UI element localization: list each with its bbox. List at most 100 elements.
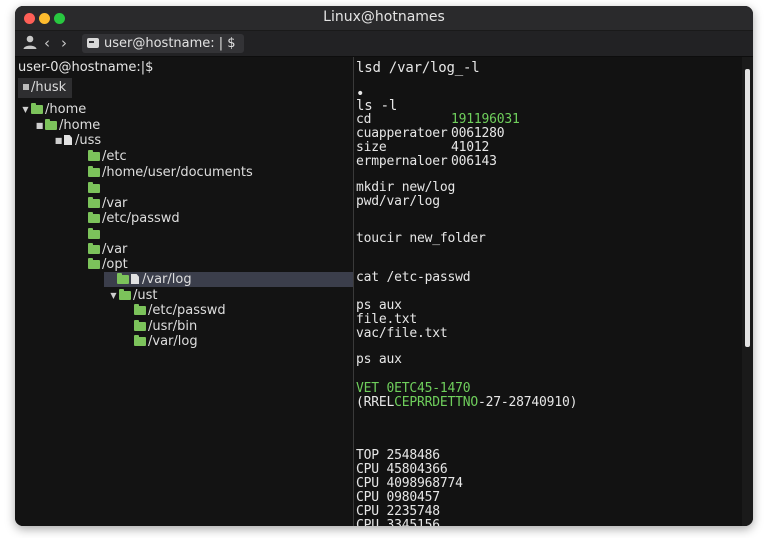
tree-item[interactable]: /var — [77, 242, 127, 257]
terminal-line-text: CPU 4098968774 — [356, 476, 463, 491]
tree-item[interactable]: /etc/passwd — [77, 211, 180, 226]
tree-item[interactable]: /var — [77, 196, 127, 211]
terminal-line: file.txt — [356, 313, 417, 327]
terminal-text-highlight: CEPRRDETTNO — [394, 395, 479, 410]
folder-icon — [88, 197, 100, 208]
terminal-line: ls -l — [356, 99, 397, 113]
terminal-text-segment: (RREL — [356, 395, 395, 410]
terminal-line-value: 006143 — [451, 154, 497, 169]
terminal-line: ps aux — [356, 353, 402, 367]
tree-item[interactable]: /opt — [77, 257, 128, 272]
folder-icon — [119, 289, 131, 300]
terminal-line-text: pwd/var/log — [356, 194, 440, 209]
terminal-line: CPU 0980457 — [356, 491, 440, 505]
tree-item[interactable]: /var/log — [104, 272, 353, 287]
title-bar: Linux@hotnames — [15, 6, 753, 31]
folder-icon — [88, 212, 100, 223]
terminal-line-value: 41012 — [451, 140, 490, 155]
folder-icon — [45, 119, 57, 130]
tree-item-label: /etc — [102, 149, 127, 164]
expand-toggle-icon[interactable]: ■ — [34, 118, 45, 133]
terminal-line-text: size — [356, 140, 387, 155]
terminal-line-text: ps aux — [356, 352, 402, 367]
tree-item[interactable]: ▼ /home — [20, 102, 86, 117]
terminal-line-text: CPU 2235748 — [356, 504, 440, 519]
tree-item[interactable]: ■ /home — [34, 118, 101, 133]
terminal-line: (RRELCEPRRDETTNO-27-28740910) — [356, 396, 577, 410]
terminal-text-segment: -27-28740910) — [478, 395, 578, 410]
terminal-line: lsd /var/log_-l — [356, 60, 480, 76]
tree-item[interactable]: ▼ /ust — [108, 288, 158, 303]
tree-item-label: /etc/passwd — [148, 303, 226, 318]
terminal-line-text: mkdir new/log — [356, 180, 456, 195]
chevron-down-icon[interactable]: ▼ — [20, 102, 31, 117]
folder-icon — [117, 273, 129, 284]
terminal-line-text: TOP 2548486 — [356, 448, 440, 463]
terminal-line: pwd/var/log — [356, 195, 440, 209]
terminal-line: cd 191196031 — [356, 112, 520, 127]
terminal-line-text: cd — [356, 112, 372, 127]
terminal-icon — [87, 38, 99, 48]
tree-item[interactable] — [77, 227, 102, 242]
scrollbar-thumb[interactable] — [745, 69, 750, 347]
tree-item-label: /ust — [133, 288, 158, 303]
user-icon[interactable] — [22, 34, 38, 54]
expand-toggle-icon[interactable]: ■ — [53, 133, 64, 148]
terminal-line-value: 0061280 — [451, 126, 505, 141]
tab-terminal[interactable]: user@hostname: | $ — [82, 34, 244, 53]
breadcrumb-label: /husk — [31, 80, 67, 95]
folder-icon — [88, 258, 100, 269]
folder-icon — [88, 182, 100, 193]
file-tree-pane: user-0@hostname:|$ /husk ▼/home ■/home ■/u… — [15, 57, 353, 526]
terminal-line-value: 191196031 — [451, 112, 520, 127]
tree-item[interactable]: /var/log — [123, 334, 198, 349]
terminal-line-text: CPU 0980457 — [356, 490, 440, 505]
terminal-line: vac/file.txt — [356, 327, 448, 341]
tree-item-label: /uss — [75, 133, 102, 148]
folder-icon — [23, 84, 29, 90]
tree-item-label: /home — [45, 102, 87, 117]
window-title: Linux@hotnames — [323, 9, 445, 25]
terminal-output-pane[interactable]: lsd /var/log_-l • ls -l cd 191196031 cuappera… — [354, 57, 742, 526]
terminal-line-text: cuapperatoer — [356, 126, 448, 141]
terminal-line: mkdir new/log — [356, 181, 455, 195]
left-prompt: user-0@hostname:|$ — [18, 60, 154, 75]
tree-item[interactable]: /usr/bin — [123, 319, 197, 334]
folder-icon — [88, 166, 100, 177]
terminal-line: ps aux — [356, 299, 402, 313]
terminal-line: TOP 2548486 — [356, 449, 440, 463]
terminal-line-text: CPU 3345156 — [356, 518, 440, 527]
terminal-line-text: lsd /var/log_-l — [356, 60, 480, 76]
tree-item[interactable]: ■ /uss — [53, 133, 101, 148]
tab-terminal-label: user@hostname: | $ — [104, 36, 236, 51]
terminal-line: CPU 45804366 — [356, 463, 448, 477]
terminal-line-text: ps aux — [356, 298, 402, 313]
tree-item-label: /home — [59, 118, 101, 133]
terminal-line: cat /etc-passwd — [356, 270, 471, 285]
back-arrow-icon[interactable]: ‹ — [44, 34, 50, 52]
tree-item[interactable]: /etc/passwd — [123, 303, 226, 318]
terminal-line-text: toucir new_folder — [356, 231, 486, 246]
tree-item[interactable]: /home/user/documents — [77, 165, 253, 180]
folder-icon — [88, 150, 100, 161]
tree-item-label: /etc/passwd — [102, 211, 180, 226]
tree-item-label: /var/log — [148, 334, 198, 349]
terminal-line-text: cat /etc-passwd — [356, 270, 471, 285]
folder-icon — [88, 228, 100, 239]
terminal-line-text: CPU 45804366 — [356, 462, 448, 477]
breadcrumb[interactable]: /husk — [18, 78, 73, 98]
tree-item[interactable]: /etc — [77, 149, 127, 164]
chevron-down-icon[interactable]: ▼ — [108, 288, 119, 303]
scrollbar[interactable] — [742, 57, 753, 526]
folder-icon — [31, 103, 43, 114]
forward-arrow-icon[interactable]: › — [61, 34, 67, 52]
folder-icon — [134, 320, 146, 331]
terminal-line: cuapperatoer 0061280 — [356, 126, 505, 141]
folder-icon — [134, 335, 146, 346]
terminal-line: CPU 3345156 — [356, 518, 440, 527]
terminal-line: size 41012 — [356, 140, 489, 155]
terminal-line: VET 0ETC45-1470 — [356, 382, 471, 396]
terminal-line-text: file.txt — [356, 312, 418, 327]
tree-item[interactable] — [77, 181, 102, 196]
file-icon — [64, 135, 72, 145]
